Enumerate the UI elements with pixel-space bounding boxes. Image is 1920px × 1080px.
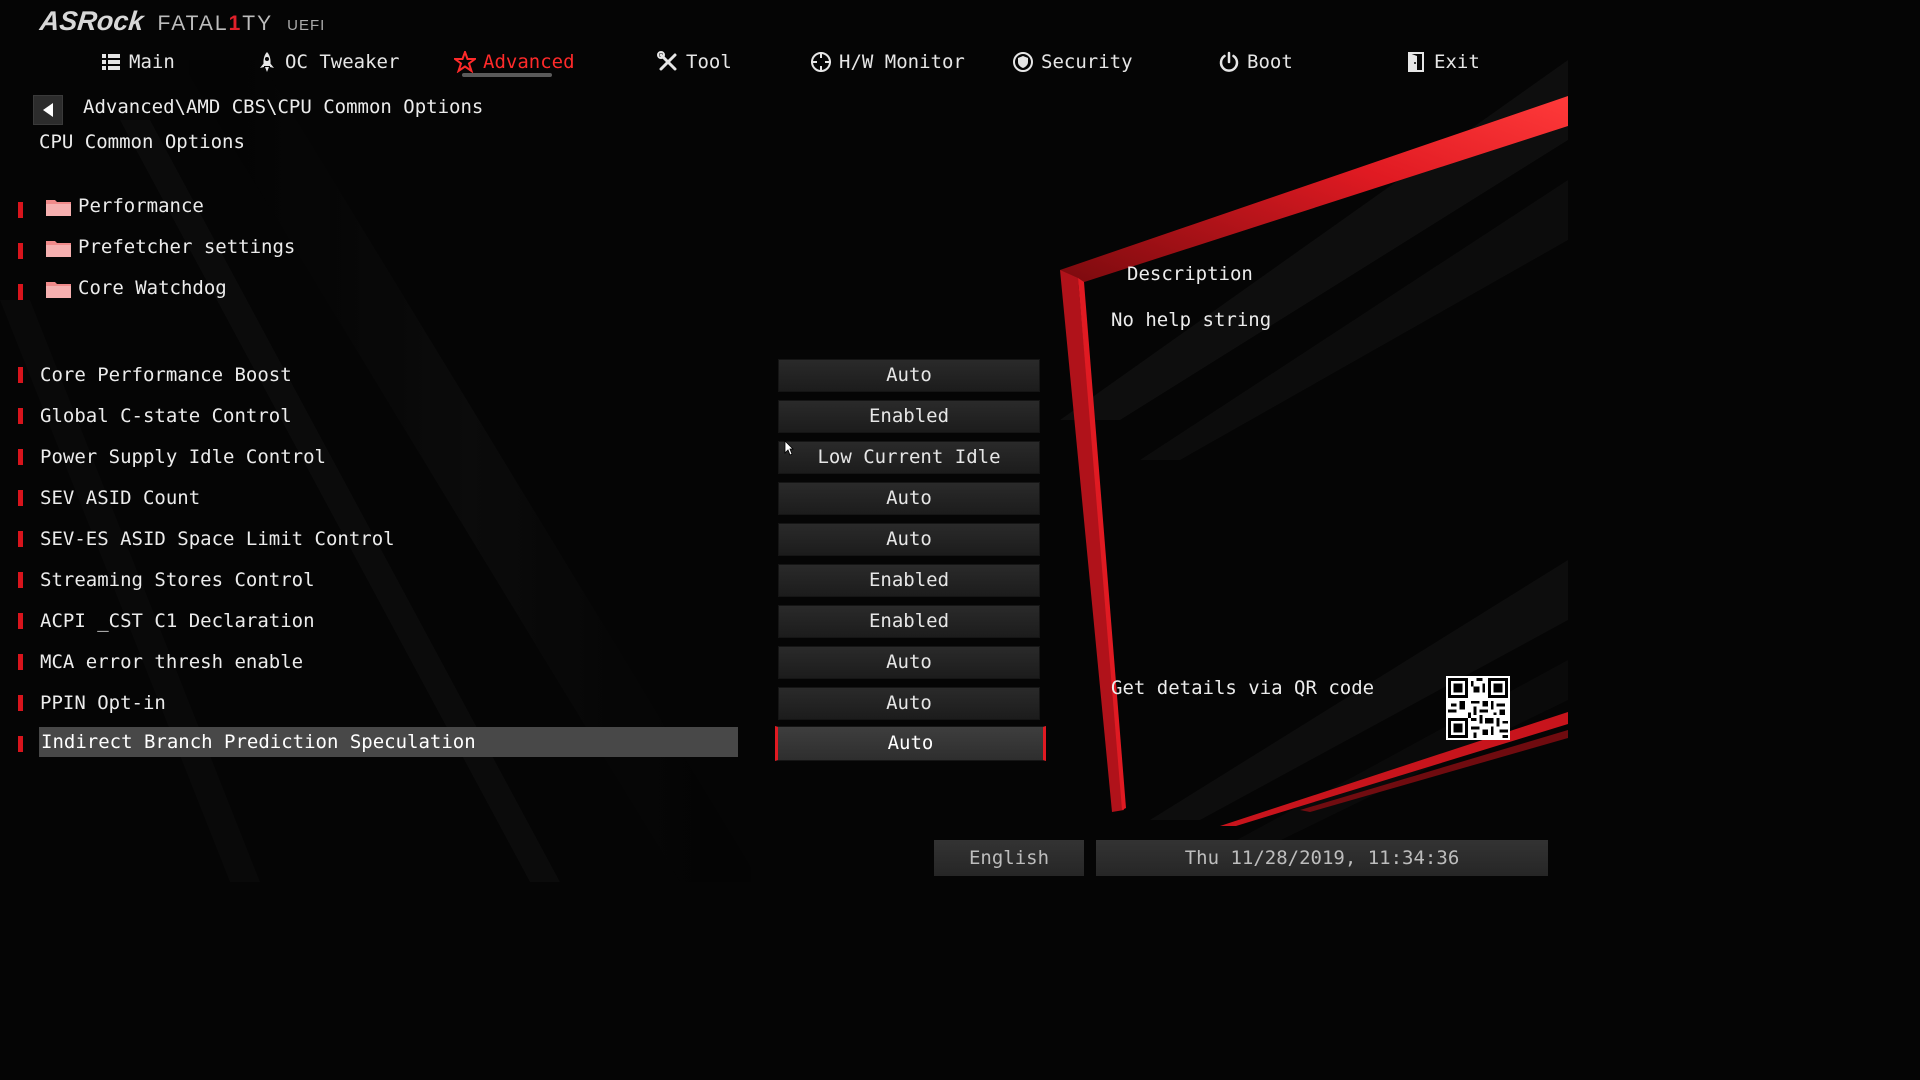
back-arrow-icon [43,103,53,117]
tab-main-label: Main [129,51,175,73]
option-value-dropdown[interactable]: Low Current Idle [778,441,1040,474]
list-icon [102,54,120,70]
option-value-dropdown[interactable]: Auto [778,359,1040,392]
row-marker [18,613,23,629]
row-marker [18,243,23,259]
option-value-dropdown[interactable]: Enabled [778,564,1040,597]
datetime-display: Thu 11/28/2019, 11:34:36 [1096,840,1548,876]
row-marker [18,695,23,711]
tab-boot[interactable]: Boot [1218,44,1293,80]
option-value-dropdown[interactable]: Auto [778,523,1040,556]
top-nav: Main OC Tweaker Advanced Tool H/W Monito… [0,44,1568,80]
option-label-selected[interactable]: Indirect Branch Prediction Speculation [39,727,738,757]
option-label[interactable]: Core Performance Boost [40,360,292,390]
fatality-logo: FATAL1TY [157,12,274,35]
option-value-dropdown[interactable]: Enabled [778,605,1040,638]
folder-icon [46,241,71,257]
option-value-dropdown[interactable]: Auto [778,687,1040,720]
exit-door-icon [1408,52,1424,72]
uefi-label: UEFI [287,17,326,34]
folder-icon [46,282,71,298]
active-tab-underline [462,73,552,77]
option-label[interactable]: MCA error thresh enable [40,647,303,677]
asrock-logo: ASRock [38,6,146,36]
option-value-dropdown-selected[interactable]: Auto [775,726,1046,761]
qr-code-icon [1446,676,1510,740]
star-icon [454,51,476,73]
folder-icon [46,200,71,216]
tab-advanced-label: Advanced [483,51,575,73]
mouse-cursor-icon [784,440,794,456]
tab-security-label: Security [1041,51,1133,73]
option-label[interactable]: SEV ASID Count [40,483,200,513]
row-marker [18,572,23,588]
back-button[interactable] [33,95,63,125]
tab-security[interactable]: Security [1012,44,1133,80]
tools-icon [657,51,677,71]
row-marker [18,449,23,465]
tab-exit[interactable]: Exit [1405,44,1480,80]
tab-hw-monitor[interactable]: H/W Monitor [810,44,965,80]
language-selector[interactable]: English [934,840,1084,876]
option-label[interactable]: ACPI _CST C1 Declaration [40,606,315,636]
row-marker [18,490,23,506]
brand-header: ASRock FATAL1TY UEFI [38,6,326,40]
tab-tool-label: Tool [686,51,732,73]
qr-code-label: Get details via QR code [1111,677,1375,699]
tab-hw-monitor-label: H/W Monitor [839,51,965,73]
page-title: CPU Common Options [39,131,245,153]
row-marker [18,654,23,670]
description-body: No help string [1111,309,1272,331]
tab-oc-tweaker[interactable]: OC Tweaker [256,44,399,80]
option-label[interactable]: Global C-state Control [40,401,292,431]
tab-exit-label: Exit [1434,51,1480,73]
description-title: Description [1127,263,1253,285]
submenu-core-watchdog[interactable]: Core Watchdog [78,277,227,299]
submenu-prefetcher-settings[interactable]: Prefetcher settings [78,236,295,258]
submenu-performance[interactable]: Performance [78,195,204,217]
crosshair-icon [811,52,831,72]
option-label[interactable]: PPIN Opt-in [40,688,166,718]
option-label[interactable]: Streaming Stores Control [40,565,315,595]
row-marker [18,736,23,752]
tab-boot-label: Boot [1247,51,1293,73]
power-icon [1219,51,1239,72]
row-marker [18,408,23,424]
row-marker [18,284,23,300]
row-marker [18,367,23,383]
option-value-dropdown[interactable]: Auto [778,646,1040,679]
option-label[interactable]: SEV-ES ASID Space Limit Control [40,524,395,554]
option-value-dropdown[interactable]: Enabled [778,400,1040,433]
row-marker [18,202,23,218]
breadcrumb: Advanced\AMD CBS\CPU Common Options [83,96,484,118]
option-label[interactable]: Power Supply Idle Control [40,442,326,472]
tab-main[interactable]: Main [100,44,175,80]
row-marker [18,531,23,547]
tab-oc-tweaker-label: OC Tweaker [285,51,400,73]
tab-tool[interactable]: Tool [657,44,732,80]
rocket-icon [260,52,274,72]
shield-icon [1013,52,1033,72]
option-value-dropdown[interactable]: Auto [778,482,1040,515]
